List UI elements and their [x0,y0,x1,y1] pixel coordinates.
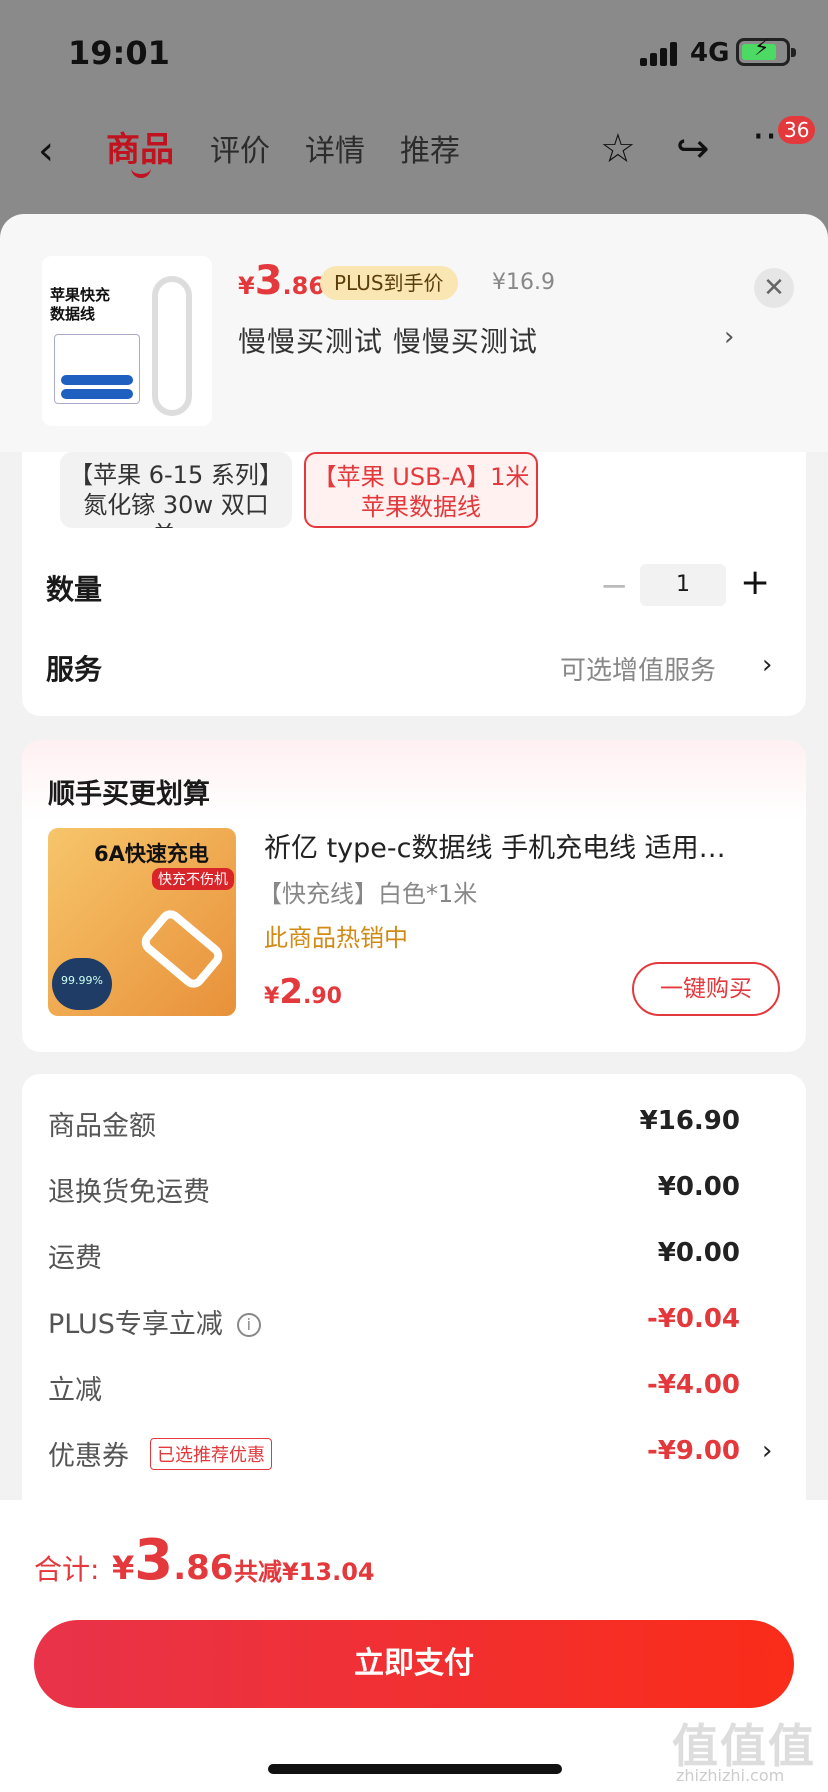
service-value[interactable]: 可选增值服务 [560,650,716,687]
tab-details[interactable]: 详情 [305,126,365,170]
fee-value: -¥4.00 [646,1370,740,1400]
signal-icon [640,42,678,66]
chevron-right-icon[interactable]: › [724,322,734,352]
quantity-plus-button[interactable]: + [740,562,770,603]
fee-value: ¥16.90 [639,1106,740,1136]
star-icon[interactable]: ☆ [600,126,636,172]
fee-label: 立减 [48,1375,102,1406]
coupon-value[interactable]: -¥9.00 [647,1436,740,1466]
service-label: 服务 [46,653,103,686]
tab-active-indicator [131,168,151,178]
fee-label: 商品金额 [48,1111,156,1142]
tab-reviews[interactable]: 评价 [210,126,270,170]
chevron-right-icon[interactable]: › [762,650,772,680]
close-button[interactable]: ✕ [754,268,794,308]
pay-now-button[interactable]: 立即支付 [34,1620,794,1708]
status-bar: 19:01 4G ⚡ [0,0,828,100]
spec-option[interactable]: 【苹果 6-15 系列】氮化镓 30w 双口单… [60,452,292,528]
fee-label: 运费 [48,1243,102,1274]
spec-option-selected[interactable]: 【苹果 USB-A】1米苹果数据线 [304,452,538,528]
selected-spec-text[interactable]: 慢慢买测试 慢慢买测试 [238,320,538,360]
watermark-url: zhizhizhi.com [676,1766,785,1785]
tab-product[interactable]: 商品 [106,122,174,171]
quantity-input[interactable]: 1 [640,564,726,606]
recommend-product-name[interactable]: 祈亿 type-c数据线 手机充电线 适用… [264,826,784,865]
total-price: ¥3.86 [112,1528,234,1593]
sheet-price: ¥3.86 [238,258,326,304]
quantity-minus-button[interactable]: − [600,566,629,606]
message-badge: 36 [778,116,816,144]
recommend-hot-label: 此商品热销中 [264,924,408,952]
total-label: 合计: [34,1553,100,1586]
status-time: 19:01 [68,34,170,72]
chevron-right-icon[interactable]: › [762,1436,772,1466]
share-icon[interactable]: ↪ [676,126,710,172]
fee-label: 优惠券 [48,1441,129,1472]
home-indicator [268,1764,562,1774]
thumb-spec-box [54,334,140,404]
fee-value: ¥0.00 [657,1172,740,1202]
product-thumbnail: 苹果快充 数据线 [42,256,212,426]
recommend-price: ¥2.90 [264,972,342,1012]
network-label: 4G [690,38,730,68]
original-price: ¥16.9 [492,270,555,295]
battery-icon: ⚡ [736,36,796,66]
recommend-product-spec: 【快充线】白色*1米 [258,880,478,908]
top-nav: ‹ 商品 评价 详情 推荐 ☆ ↪ ··· [0,110,828,190]
quantity-label: 数量 [46,573,103,606]
info-icon[interactable]: i [236,1313,261,1337]
fee-label: 退换货免运费 [48,1177,210,1208]
fee-value: -¥0.04 [646,1304,740,1334]
fee-value: ¥0.00 [657,1238,740,1268]
recommend-title: 顺手买更划算 [48,779,210,810]
recommend-product-image[interactable]: 6A快速充电 快充不伤机 99.99% [48,828,236,1016]
plus-price-tag: PLUS到手价 [320,266,458,300]
tab-recommend[interactable]: 推荐 [400,126,460,170]
thumb-title: 苹果快充 数据线 [50,286,111,323]
fee-label-plus: PLUS专享立减 i [48,1302,261,1341]
cable-image [152,276,192,416]
coupon-tag: 已选推荐优惠 [150,1438,272,1470]
back-icon[interactable]: ‹ [38,128,54,174]
one-click-buy-button[interactable]: 一键购买 [632,962,780,1016]
total-saved: 共减¥13.04 [234,1558,375,1586]
